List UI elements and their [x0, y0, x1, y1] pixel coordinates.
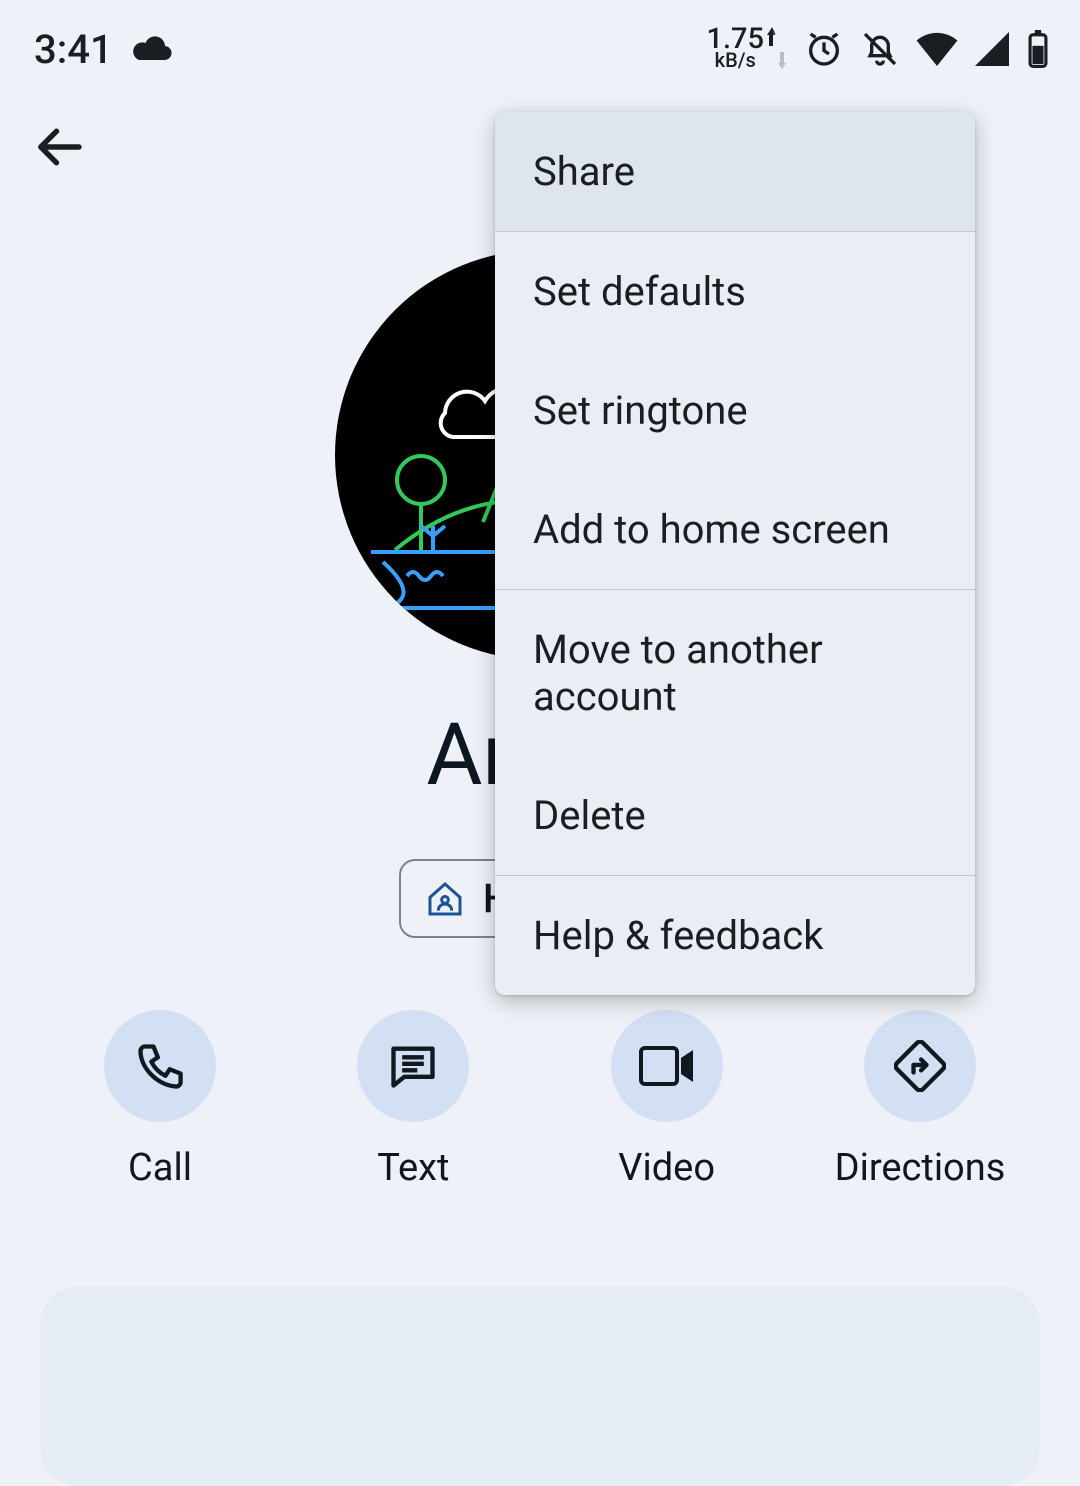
contact-info-card: [40, 1286, 1040, 1486]
overflow-menu: Share Set defaults Set ringtone Add to h…: [495, 112, 975, 995]
network-arrows-icon: [766, 27, 788, 71]
call-button[interactable]: Call: [60, 1010, 260, 1190]
wifi-icon: [916, 32, 958, 66]
menu-set-ringtone[interactable]: Set ringtone: [495, 351, 975, 470]
notifications-off-icon: [860, 29, 900, 69]
actions-row: Call Text Video Directions: [0, 1010, 1080, 1190]
battery-icon: [1026, 30, 1050, 68]
cell-signal-icon: [974, 32, 1010, 66]
menu-delete[interactable]: Delete: [495, 756, 975, 875]
status-bar: 3:41 1.75 kB/s: [0, 0, 1080, 80]
text-button[interactable]: Text: [313, 1010, 513, 1190]
directions-icon: [894, 1040, 946, 1092]
message-icon: [387, 1040, 439, 1092]
video-icon: [639, 1046, 695, 1086]
directions-label: Directions: [835, 1146, 1006, 1190]
alarm-icon: [804, 29, 844, 69]
menu-move-account[interactable]: Move to another account: [495, 590, 975, 756]
phone-icon: [134, 1040, 186, 1092]
cloud-icon: [131, 34, 175, 64]
text-label: Text: [377, 1146, 449, 1190]
household-icon: [425, 879, 465, 919]
call-label: Call: [128, 1146, 192, 1190]
menu-help[interactable]: Help & feedback: [495, 876, 975, 995]
directions-button[interactable]: Directions: [820, 1010, 1020, 1190]
menu-set-defaults[interactable]: Set defaults: [495, 232, 975, 351]
menu-add-home[interactable]: Add to home screen: [495, 470, 975, 589]
menu-share[interactable]: Share: [495, 112, 975, 231]
network-speed: 1.75 kB/s: [706, 27, 764, 69]
video-button[interactable]: Video: [567, 1010, 767, 1190]
video-label: Video: [618, 1146, 715, 1190]
status-time: 3:41: [34, 26, 113, 73]
